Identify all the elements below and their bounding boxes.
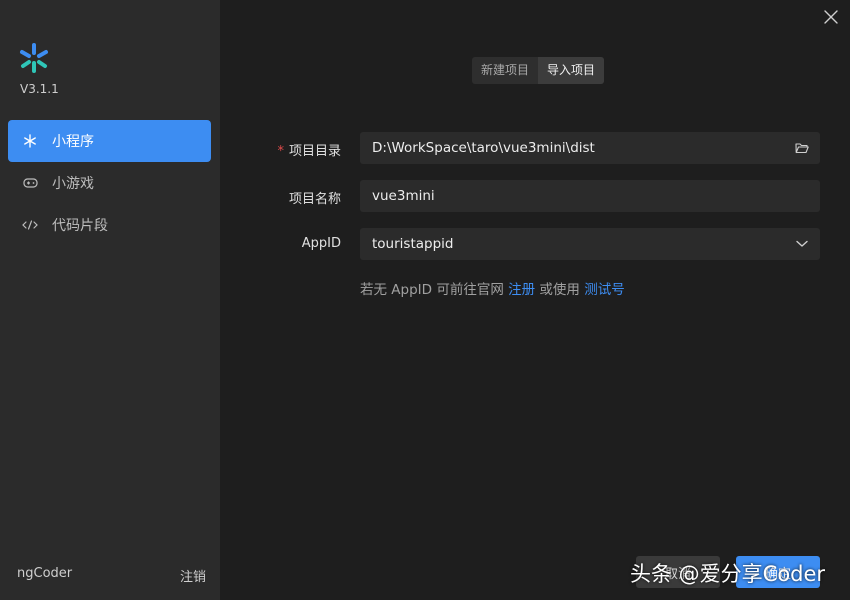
sidebar-item-minigame[interactable]: 小游戏 [8,162,211,204]
chevron-down-icon[interactable] [784,240,820,248]
sidebar-item-label: 小游戏 [52,176,94,192]
asterisk-icon [22,134,38,148]
tab-import-project[interactable]: 导入项目 [538,57,605,84]
username: ngCoder [17,566,73,581]
code-icon [22,219,38,231]
appid-hint: 若无 AppID 可前往官网 注册 或使用 测试号 [360,282,625,298]
sidebar-item-label: 代码片段 [52,218,108,234]
folder-open-icon[interactable] [784,142,820,154]
project-name-label: 项目名称 [288,192,341,207]
watermark-text: 头条 @爱分享Coder [630,562,826,586]
project-dir-label: * 项目目录 [277,144,341,159]
required-mark: * [277,144,284,159]
version-label: V3.1.1 [20,82,59,96]
project-mode-tabs: 新建项目 导入项目 [472,57,605,84]
register-link[interactable]: 注册 [508,282,535,298]
appid-label: AppID [301,236,341,251]
project-dir-value: D:\WorkSpace\taro\vue3mini\dist [372,140,595,156]
sidebar-item-miniprogram[interactable]: 小程序 [8,120,211,162]
sidebar: V3.1.1 小程序 小游戏 代码片段 ngCoder 注销 [0,0,220,600]
test-account-link[interactable]: 测试号 [584,282,625,298]
app-logo-icon [20,43,48,73]
tab-new-project[interactable]: 新建项目 [472,57,538,84]
gamepad-icon [22,177,38,189]
logout-link[interactable]: 注销 [180,566,206,585]
project-name-field[interactable]: vue3mini [360,180,820,212]
close-icon[interactable] [822,8,840,26]
appid-select[interactable]: touristappid [360,228,820,260]
project-name-value: vue3mini [372,188,435,204]
sidebar-item-snippets[interactable]: 代码片段 [8,204,211,246]
appid-value: touristappid [372,236,454,252]
sidebar-item-label: 小程序 [52,134,94,150]
project-dir-field[interactable]: D:\WorkSpace\taro\vue3mini\dist [360,132,820,164]
